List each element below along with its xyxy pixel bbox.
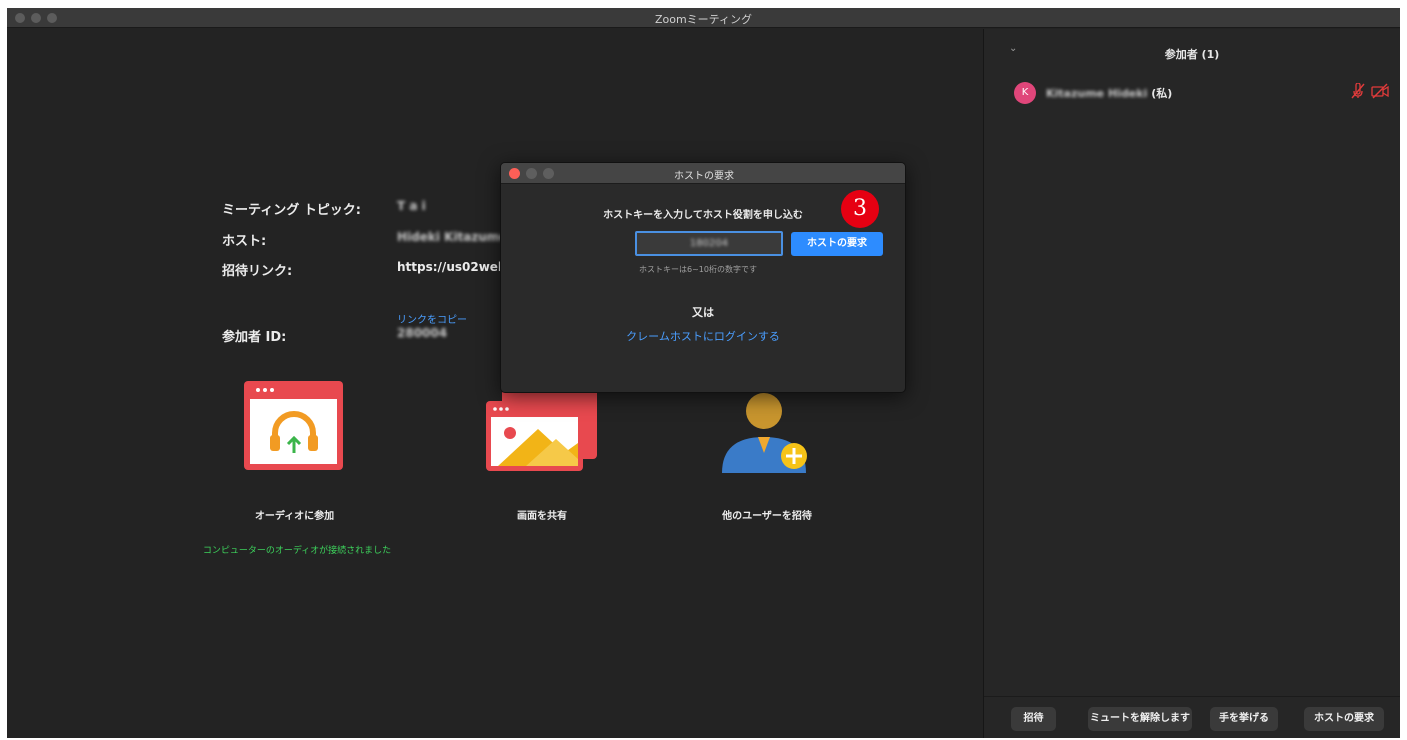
invite-others-button[interactable]: [722, 391, 818, 473]
headphones-icon: [244, 381, 343, 470]
avatar: K: [1014, 82, 1036, 104]
host-label: ホスト:: [222, 234, 267, 249]
host-key-hint: ホストキーは6~10桁の数字です: [639, 265, 757, 274]
host-value: Hideki Kitazume: [397, 230, 508, 244]
dialog-title: ホストの要求: [674, 171, 734, 182]
title-bar: Zoomミーティング: [7, 8, 1400, 28]
login-to-claim-host-link[interactable]: クレームホストにログインする: [501, 328, 905, 344]
panel-footer: 招待 ミュートを解除します 手を挙げる ホストの要求: [984, 696, 1400, 738]
invite-others-label: 他のユーザーを招待: [722, 511, 812, 522]
participant-name[interactable]: Kitazume Hideki (私): [1046, 85, 1172, 101]
share-screen-label: 画面を共有: [517, 511, 567, 522]
step-number-badge: 3: [841, 190, 879, 228]
invite-button[interactable]: 招待: [1011, 707, 1056, 731]
participant-id-value: 280004: [397, 326, 448, 340]
video-off-icon: [1371, 83, 1389, 103]
host-key-value: 180204: [689, 238, 729, 249]
or-separator: 又は: [692, 306, 714, 319]
audio-connected-status: コンピューターのオーディオが接続されました: [202, 546, 392, 556]
participants-title: 参加者 (1): [1164, 48, 1220, 61]
host-key-input[interactable]: 180204: [635, 231, 783, 256]
join-audio-button[interactable]: [244, 381, 344, 471]
dialog-title-bar: ホストの要求: [501, 163, 905, 184]
participant-id-label: 参加者 ID:: [222, 330, 287, 345]
claim-host-submit-button[interactable]: ホストの要求: [791, 232, 883, 256]
mic-muted-icon: [1351, 82, 1365, 103]
participants-panel: ⌄ 参加者 (1) K Kitazume Hideki (私) 招待 ミュートを…: [983, 29, 1400, 738]
unmute-button[interactable]: ミュートを解除します: [1088, 707, 1192, 731]
join-audio-label: オーディオに参加: [254, 511, 335, 522]
claim-host-button[interactable]: ホストの要求: [1304, 707, 1384, 731]
raise-hand-button[interactable]: 手を挙げる: [1210, 707, 1278, 731]
topic-label: ミーティング トピック:: [222, 203, 361, 218]
topic-value: T a i: [397, 199, 426, 213]
share-screen-icon: [486, 389, 597, 471]
add-user-icon: [722, 393, 807, 473]
participant-self-label: (私): [1151, 87, 1173, 100]
invite-link-label: 招待リンク:: [222, 264, 293, 279]
share-screen-button[interactable]: [486, 389, 598, 473]
copy-link[interactable]: リンクをコピー: [397, 311, 467, 326]
window-title: Zoomミーティング: [654, 13, 753, 26]
participant-name-text: Kitazume Hideki: [1046, 87, 1148, 100]
